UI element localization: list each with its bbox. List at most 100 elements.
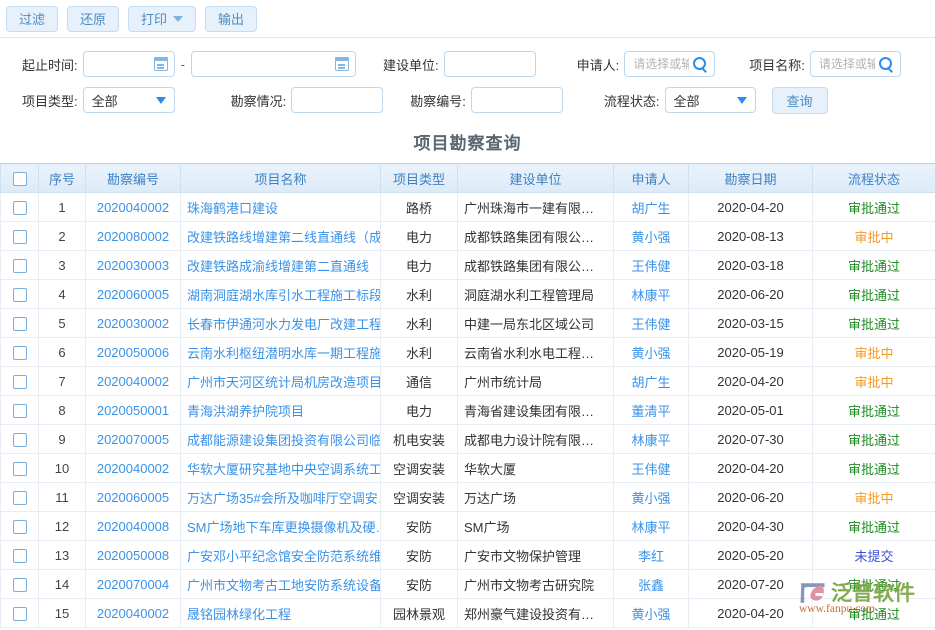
table-row[interactable]: 122020040008SM广场地下车库更换摄像机及硬…安防SM广场林康平202…: [1, 512, 935, 541]
project-name-field[interactable]: [810, 51, 901, 77]
search-icon[interactable]: [693, 57, 708, 72]
row-survey-code[interactable]: 2020080002: [86, 222, 181, 251]
row-applicant[interactable]: 黄小强: [614, 222, 689, 251]
table-row[interactable]: 32020030003改建铁路成渝线增建第二直通线电力成都铁路集团有限公…王伟健…: [1, 251, 935, 280]
row-checkbox[interactable]: [13, 259, 27, 273]
row-applicant[interactable]: 王伟健: [614, 251, 689, 280]
row-survey-code[interactable]: 2020050008: [86, 541, 181, 570]
column-header-survey-date[interactable]: 勘察日期: [689, 164, 813, 193]
row-project-name[interactable]: 成都能源建设集团投资有限公司临…: [181, 425, 381, 454]
row-checkbox[interactable]: [13, 404, 27, 418]
build-unit-field[interactable]: [444, 51, 536, 77]
row-checkbox[interactable]: [13, 433, 27, 447]
survey-status-input[interactable]: [298, 88, 376, 112]
row-checkbox[interactable]: [13, 578, 27, 592]
row-checkbox[interactable]: [13, 201, 27, 215]
survey-status-field[interactable]: [291, 87, 383, 113]
column-header-survey-code[interactable]: 勘察编号: [86, 164, 181, 193]
row-applicant[interactable]: 胡广生: [614, 193, 689, 222]
table-row[interactable]: 72020040002广州市天河区统计局机房改造项目通信广州市统计局胡广生202…: [1, 367, 935, 396]
row-survey-code[interactable]: 2020030002: [86, 309, 181, 338]
row-checkbox-cell[interactable]: [1, 512, 39, 541]
row-applicant[interactable]: 王伟健: [614, 454, 689, 483]
row-applicant[interactable]: 林康平: [614, 512, 689, 541]
row-checkbox-cell[interactable]: [1, 541, 39, 570]
flow-state-select[interactable]: 全部: [665, 87, 756, 113]
survey-code-field[interactable]: [471, 87, 563, 113]
row-applicant[interactable]: 王伟健: [614, 309, 689, 338]
row-survey-code[interactable]: 2020040002: [86, 454, 181, 483]
row-survey-code[interactable]: 2020040002: [86, 193, 181, 222]
row-checkbox-cell[interactable]: [1, 193, 39, 222]
row-survey-code[interactable]: 2020040008: [86, 512, 181, 541]
row-applicant[interactable]: 黄小强: [614, 338, 689, 367]
row-project-name[interactable]: 改建铁路成渝线增建第二直通线: [181, 251, 381, 280]
row-applicant[interactable]: 林康平: [614, 280, 689, 309]
row-survey-code[interactable]: 2020070004: [86, 570, 181, 599]
column-header-index[interactable]: 序号: [39, 164, 86, 193]
row-checkbox-cell[interactable]: [1, 454, 39, 483]
row-project-name[interactable]: 珠海鹤港口建设: [181, 193, 381, 222]
row-survey-code[interactable]: 2020070005: [86, 425, 181, 454]
row-applicant[interactable]: 张鑫: [614, 570, 689, 599]
project-name-input[interactable]: [817, 52, 877, 76]
row-checkbox-cell[interactable]: [1, 570, 39, 599]
row-project-name[interactable]: 华软大厦研究基地中央空调系统工…: [181, 454, 381, 483]
column-header-applicant[interactable]: 申请人: [614, 164, 689, 193]
row-survey-code[interactable]: 2020050006: [86, 338, 181, 367]
row-checkbox-cell[interactable]: [1, 367, 39, 396]
build-unit-input[interactable]: [451, 52, 529, 76]
row-project-name[interactable]: 广安邓小平纪念馆安全防范系统维…: [181, 541, 381, 570]
row-checkbox-cell[interactable]: [1, 396, 39, 425]
calendar-icon[interactable]: [335, 57, 349, 71]
column-header-flow-state[interactable]: 流程状态: [813, 164, 935, 193]
applicant-field[interactable]: [624, 51, 715, 77]
table-row[interactable]: 112020060005万达广场35#会所及咖啡厅空调安…空调安装万达广场黄小强…: [1, 483, 935, 512]
row-checkbox-cell[interactable]: [1, 483, 39, 512]
row-project-name[interactable]: 长春市伊通河水力发电厂改建工程: [181, 309, 381, 338]
row-applicant[interactable]: 董清平: [614, 396, 689, 425]
row-project-name[interactable]: 青海洪湖养护院项目: [181, 396, 381, 425]
table-row[interactable]: 52020030002长春市伊通河水力发电厂改建工程水利中建一局东北区域公司王伟…: [1, 309, 935, 338]
row-checkbox-cell[interactable]: [1, 280, 39, 309]
date-start-field[interactable]: [83, 51, 175, 77]
row-checkbox[interactable]: [13, 520, 27, 534]
row-survey-code[interactable]: 2020060005: [86, 280, 181, 309]
row-checkbox[interactable]: [13, 491, 27, 505]
query-button[interactable]: 查询: [772, 87, 828, 114]
row-checkbox[interactable]: [13, 230, 27, 244]
row-checkbox-cell[interactable]: [1, 251, 39, 280]
search-icon[interactable]: [879, 57, 894, 72]
row-survey-code[interactable]: 2020050001: [86, 396, 181, 425]
survey-code-input[interactable]: [478, 88, 556, 112]
row-checkbox[interactable]: [13, 607, 27, 621]
row-project-name[interactable]: 晟铭园林绿化工程: [181, 599, 381, 628]
table-row[interactable]: 42020060005湖南洞庭湖水库引水工程施工标段水利洞庭湖水利工程管理局林康…: [1, 280, 935, 309]
row-applicant[interactable]: 黄小强: [614, 483, 689, 512]
table-row[interactable]: 12020040002珠海鹤港口建设路桥广州珠海市一建有限…胡广生2020-04…: [1, 193, 935, 222]
date-end-field[interactable]: [191, 51, 356, 77]
export-button[interactable]: 输出: [205, 6, 257, 32]
row-project-name[interactable]: SM广场地下车库更换摄像机及硬…: [181, 512, 381, 541]
row-project-name[interactable]: 湖南洞庭湖水库引水工程施工标段: [181, 280, 381, 309]
table-row[interactable]: 132020050008广安邓小平纪念馆安全防范系统维…安防广安市文物保护管理李…: [1, 541, 935, 570]
row-survey-code[interactable]: 2020030003: [86, 251, 181, 280]
row-project-name[interactable]: 广州市天河区统计局机房改造项目: [181, 367, 381, 396]
table-row[interactable]: 102020040002华软大厦研究基地中央空调系统工…空调安装华软大厦王伟健2…: [1, 454, 935, 483]
row-checkbox[interactable]: [13, 317, 27, 331]
project-type-select[interactable]: 全部: [83, 87, 175, 113]
table-row[interactable]: 82020050001青海洪湖养护院项目电力青海省建设集团有限…董清平2020-…: [1, 396, 935, 425]
table-row[interactable]: 142020070004广州市文物考古工地安防系统设备…安防广州市文物考古研究院…: [1, 570, 935, 599]
row-checkbox[interactable]: [13, 346, 27, 360]
row-applicant[interactable]: 胡广生: [614, 367, 689, 396]
row-checkbox[interactable]: [13, 288, 27, 302]
applicant-input[interactable]: [631, 52, 691, 76]
column-header-project-name[interactable]: 项目名称: [181, 164, 381, 193]
row-checkbox-cell[interactable]: [1, 309, 39, 338]
row-checkbox[interactable]: [13, 375, 27, 389]
row-checkbox[interactable]: [13, 549, 27, 563]
row-checkbox-cell[interactable]: [1, 425, 39, 454]
row-checkbox-cell[interactable]: [1, 599, 39, 628]
select-all-checkbox[interactable]: [13, 172, 27, 186]
date-start-input[interactable]: [90, 52, 150, 76]
